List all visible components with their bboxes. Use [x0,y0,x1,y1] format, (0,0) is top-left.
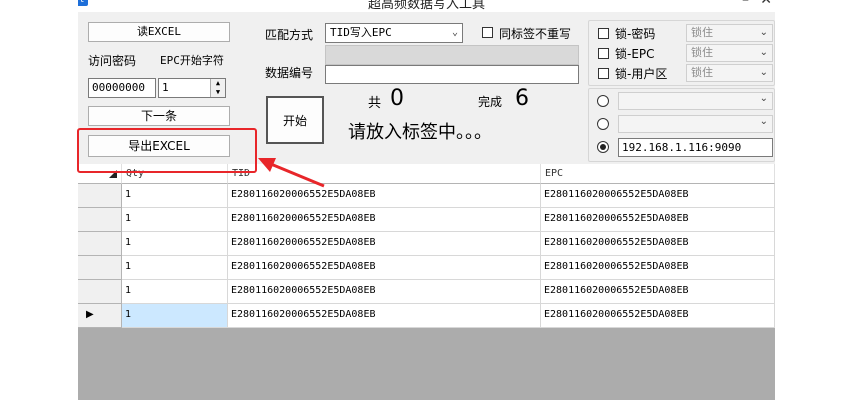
annotation-arrow-icon [258,158,325,188]
